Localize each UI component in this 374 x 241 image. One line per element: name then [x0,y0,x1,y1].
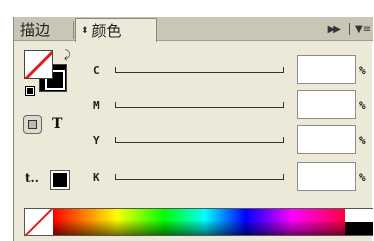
cyan-value-field[interactable] [297,55,356,84]
slider-black[interactable] [115,174,284,180]
panel-menu-icon[interactable]: ▼≡ [355,24,373,35]
channel-row-yellow: Y % [14,125,373,157]
channel-label-y: Y [93,134,100,147]
channel-label-k: K [93,171,100,184]
yellow-value-field[interactable] [297,125,356,154]
black-value-field[interactable] [297,162,356,191]
fill-none-swatch[interactable] [24,50,53,79]
divider [349,23,350,35]
slider-magenta[interactable] [115,102,284,108]
channel-row-magenta: M % [14,90,373,122]
magenta-value-field[interactable] [297,90,356,119]
panel-tab-bar: 描边 ⬍ 颜色 ▶▶ ▼≡ [14,17,373,42]
color-panel: 描边 ⬍ 颜色 ▶▶ ▼≡ ⤸ T t.. C % M % Y % K % [13,17,373,241]
channel-label-m: M [93,99,100,112]
percent-label-m: % [359,99,366,112]
slider-yellow[interactable] [115,137,284,143]
spectrum-none-swatch[interactable] [25,209,53,235]
tab-color-label: 颜色 [91,22,122,40]
panel-controls: ▶▶ ▼≡ [328,17,373,41]
percent-label-c: % [359,64,366,77]
tab-stroke[interactable]: 描边 [14,18,74,41]
channel-row-cyan: C % [14,55,373,87]
slider-cyan[interactable] [115,67,284,73]
tab-stroke-label: 描边 [20,21,51,39]
double-right-arrow-icon[interactable]: ▶▶ [328,24,341,35]
tab-color[interactable]: ⬍ 颜色 [75,18,157,42]
color-spectrum-ramp[interactable] [24,208,373,236]
channel-label-c: C [93,64,100,77]
channel-row-black: K % [14,162,373,194]
up-down-icon: ⬍ [81,25,89,36]
spectrum-gradient[interactable] [53,209,345,235]
spectrum-white-black-swatch[interactable] [345,209,373,235]
percent-label-y: % [359,134,366,147]
percent-label-k: % [359,171,366,184]
